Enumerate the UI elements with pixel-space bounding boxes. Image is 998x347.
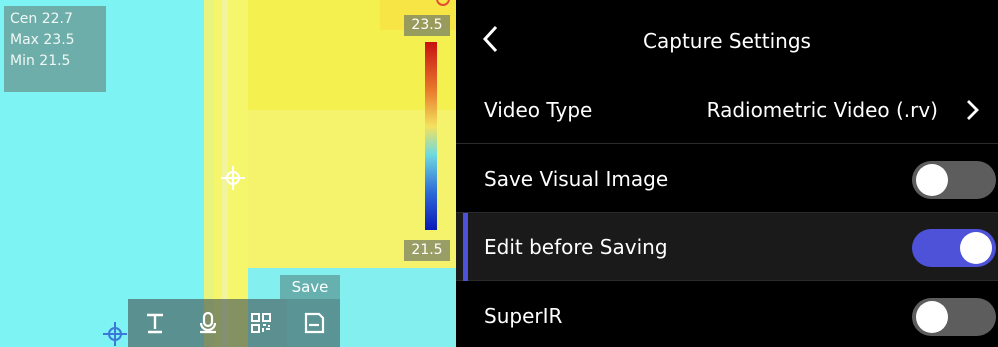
- text-button[interactable]: [128, 299, 181, 347]
- setting-value: Radiometric Video (.rv): [706, 98, 938, 122]
- max-temperature: Max 23.5: [10, 32, 75, 48]
- thermal-region: [204, 0, 214, 347]
- setting-label: Save Visual Image: [484, 167, 669, 191]
- setting-label: SuperIR: [484, 304, 563, 328]
- min-temperature: Min 21.5: [10, 53, 71, 69]
- qr-code-button[interactable]: [234, 299, 287, 347]
- capture-toolbar: [128, 299, 340, 347]
- panel-header: Capture Settings: [456, 0, 998, 76]
- color-scale-bar: [425, 42, 437, 230]
- save-tooltip: Save: [280, 275, 340, 299]
- scale-max-label: 23.5: [404, 15, 450, 36]
- toggle-knob: [960, 232, 992, 264]
- center-temperature: Cen 22.7: [10, 11, 73, 27]
- setting-row-edit-before-saving: Edit before Saving: [456, 213, 998, 281]
- chevron-left-icon: [482, 25, 498, 53]
- temperature-readout: Cen 22.7 Max 23.5 Min 21.5: [4, 6, 106, 92]
- center-crosshair-icon: [221, 166, 245, 190]
- page-title: Capture Settings: [643, 29, 811, 53]
- setting-label: Edit before Saving: [484, 235, 668, 259]
- save-visual-image-toggle[interactable]: [912, 161, 996, 199]
- qr-code-icon: [250, 313, 271, 333]
- thermal-view: Cen 22.7 Max 23.5 Min 21.5 23.5 21.5 Sav…: [0, 0, 456, 347]
- setting-label: Video Type: [484, 98, 593, 122]
- setting-row-save-visual-image: Save Visual Image: [456, 145, 998, 213]
- microphone-icon: [199, 311, 216, 334]
- edit-before-saving-toggle[interactable]: [912, 229, 996, 267]
- voice-note-button[interactable]: [181, 299, 234, 347]
- selection-indicator: [463, 213, 468, 281]
- capture-settings-panel: Capture Settings Video Type Radiometric …: [456, 0, 998, 347]
- text-icon: [146, 313, 163, 334]
- superir-toggle[interactable]: [912, 298, 996, 336]
- save-button[interactable]: [287, 299, 340, 347]
- toggle-knob: [916, 164, 948, 196]
- chevron-right-icon: [967, 100, 979, 120]
- save-icon: [304, 312, 324, 334]
- scale-min-label: 21.5: [404, 240, 450, 261]
- setting-row-superir: SuperIR: [456, 282, 998, 347]
- toggle-knob: [916, 301, 948, 333]
- back-button[interactable]: [474, 22, 508, 56]
- setting-row-video-type[interactable]: Video Type Radiometric Video (.rv): [456, 76, 998, 144]
- cold-spot-crosshair-icon: [103, 322, 127, 346]
